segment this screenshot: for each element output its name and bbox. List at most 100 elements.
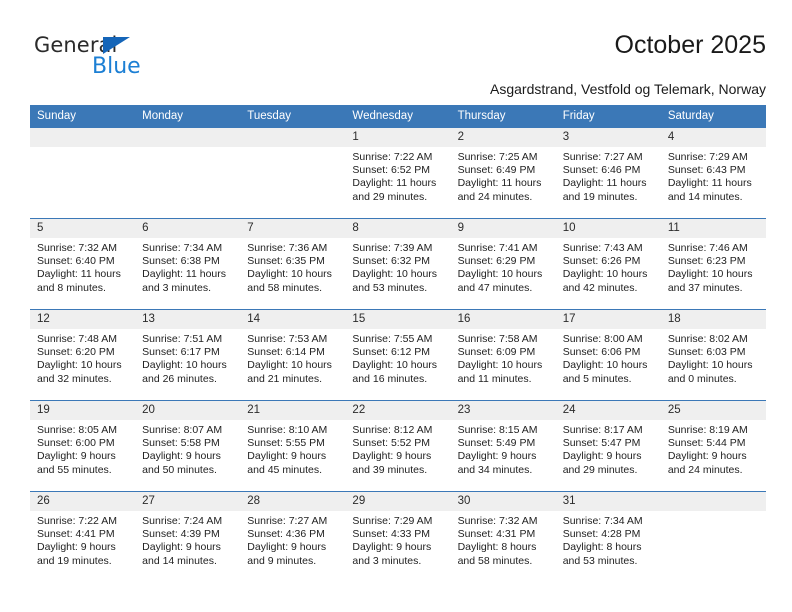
daylight-text: Daylight: 11 hours and 14 minutes.	[667, 177, 752, 203]
calendar-day-cell[interactable]: 29 Sunrise: 7:29 AM Sunset: 4:33 PM Dayligh…	[345, 491, 451, 582]
sunset-text: Sunset: 6:52 PM	[352, 164, 431, 177]
day-number: 3	[555, 128, 661, 147]
day-number: 21	[240, 401, 346, 420]
calendar-day-cell[interactable]: 30 Sunrise: 7:32 AM Sunset: 4:31 PM Dayligh…	[450, 491, 556, 582]
day-number: 14	[240, 310, 346, 329]
sunset-text: Sunset: 5:58 PM	[142, 437, 220, 450]
calendar-day-cell[interactable]: 5 Sunrise: 7:32 AM Sunset: 6:40 PM Daylight…	[30, 218, 136, 310]
day-number: 19	[30, 401, 136, 420]
calendar-day-cell[interactable]: 21 Sunrise: 8:10 AM Sunset: 5:55 PM Dayligh…	[240, 400, 346, 492]
calendar-day-cell[interactable]: 7 Sunrise: 7:36 AM Sunset: 6:35 PM Daylight…	[240, 218, 346, 310]
daylight-text: Daylight: 11 hours and 3 minutes.	[142, 268, 226, 294]
day-details: Sunrise: 8:02 AM Sunset: 6:03 PM Daylight:…	[661, 329, 766, 386]
sunrise-text: Sunrise: 7:58 AM	[457, 333, 538, 345]
calendar-day-cell[interactable]: 20 Sunrise: 8:07 AM Sunset: 5:58 PM Dayligh…	[135, 400, 241, 492]
daylight-text: Daylight: 10 hours and 53 minutes.	[352, 268, 438, 294]
sunrise-text: Sunrise: 7:27 AM	[562, 151, 643, 163]
day-details: Sunrise: 7:46 AM Sunset: 6:23 PM Daylight:…	[661, 238, 766, 295]
sunrise-text: Sunrise: 7:46 AM	[667, 242, 748, 254]
calendar-day-cell[interactable]: 14 Sunrise: 7:53 AM Sunset: 6:14 PM Dayligh…	[240, 309, 346, 401]
sunset-text: Sunset: 6:06 PM	[562, 346, 641, 359]
calendar-page: General Blue October 2025 Asgardstrand, …	[0, 0, 792, 612]
calendar-day-cell[interactable]: 27 Sunrise: 7:24 AM Sunset: 4:39 PM Dayligh…	[135, 491, 241, 582]
day-details: Sunrise: 7:58 AM Sunset: 6:09 PM Daylight:…	[451, 329, 556, 386]
day-details: Sunrise: 8:10 AM Sunset: 5:55 PM Daylight:…	[240, 420, 345, 477]
calendar-day-cell[interactable]: 11 Sunrise: 7:46 AM Sunset: 6:23 PM Dayligh…	[660, 218, 766, 310]
calendar-day-cell[interactable]: 4 Sunrise: 7:29 AM Sunset: 6:43 PM Daylight…	[660, 128, 766, 219]
calendar-day-cell[interactable]: 22 Sunrise: 8:12 AM Sunset: 5:52 PM Dayligh…	[345, 400, 451, 492]
daylight-text: Daylight: 11 hours and 19 minutes.	[562, 177, 647, 203]
calendar-day-cell[interactable]: 16 Sunrise: 7:58 AM Sunset: 6:09 PM Dayligh…	[450, 309, 556, 401]
sunrise-text: Sunrise: 7:34 AM	[142, 242, 223, 254]
daylight-text: Daylight: 11 hours and 24 minutes.	[457, 177, 542, 203]
calendar-day-cell[interactable]: 25 Sunrise: 8:19 AM Sunset: 5:44 PM Dayligh…	[660, 400, 766, 492]
day-details: Sunrise: 8:00 AM Sunset: 6:06 PM Daylight:…	[556, 329, 661, 386]
calendar-day-cell[interactable]: 19 Sunrise: 8:05 AM Sunset: 6:00 PM Dayligh…	[30, 400, 136, 492]
sunrise-text: Sunrise: 8:02 AM	[667, 333, 748, 345]
general-blue-logo[interactable]: General Blue	[34, 34, 194, 86]
day-details: Sunrise: 7:32 AM Sunset: 6:40 PM Daylight:…	[30, 238, 135, 295]
day-number: 29	[345, 492, 451, 511]
daylight-text: Daylight: 10 hours and 37 minutes.	[667, 268, 753, 294]
logo-text-blue: Blue	[92, 54, 141, 79]
day-details: Sunrise: 7:34 AM Sunset: 6:38 PM Daylight:…	[135, 238, 240, 295]
day-number: 16	[450, 310, 556, 329]
calendar-day-cell[interactable]: 24 Sunrise: 8:17 AM Sunset: 5:47 PM Dayligh…	[555, 400, 661, 492]
sunrise-text: Sunrise: 7:22 AM	[352, 151, 433, 163]
day-details: Sunrise: 7:36 AM Sunset: 6:35 PM Daylight:…	[240, 238, 345, 295]
calendar-day-cell[interactable]: 28 Sunrise: 7:27 AM Sunset: 4:36 PM Dayligh…	[240, 491, 346, 582]
day-number: 10	[555, 219, 661, 238]
calendar-day-cell[interactable]: 1 Sunrise: 7:22 AM Sunset: 6:52 PM Daylight…	[345, 128, 451, 219]
sunset-text: Sunset: 4:36 PM	[247, 528, 325, 541]
sunset-text: Sunset: 4:28 PM	[562, 528, 641, 541]
calendar-day-cell[interactable]: 8 Sunrise: 7:39 AM Sunset: 6:32 PM Daylight…	[345, 218, 451, 310]
sunrise-text: Sunrise: 7:22 AM	[37, 515, 117, 527]
day-number: 24	[555, 401, 661, 420]
calendar-day-cell[interactable]: 13 Sunrise: 7:51 AM Sunset: 6:17 PM Dayligh…	[135, 309, 241, 401]
calendar-day-cell[interactable]: 10 Sunrise: 7:43 AM Sunset: 6:26 PM Dayligh…	[555, 218, 661, 310]
sunset-text: Sunset: 6:09 PM	[457, 346, 536, 359]
day-number: 9	[450, 219, 556, 238]
calendar-day-cell[interactable]: 31 Sunrise: 7:34 AM Sunset: 4:28 PM Dayligh…	[555, 491, 661, 582]
sunset-text: Sunset: 6:32 PM	[352, 255, 431, 268]
daylight-text: Daylight: 9 hours and 3 minutes.	[352, 541, 432, 567]
calendar-day-cell[interactable]: 26 Sunrise: 7:22 AM Sunset: 4:41 PM Dayligh…	[30, 491, 136, 582]
calendar-day-cell[interactable]: 15 Sunrise: 7:55 AM Sunset: 6:12 PM Dayligh…	[345, 309, 451, 401]
sunset-text: Sunset: 4:31 PM	[457, 528, 536, 541]
daylight-text: Daylight: 11 hours and 8 minutes.	[37, 268, 121, 294]
sunset-text: Sunset: 6:29 PM	[457, 255, 536, 268]
sunset-text: Sunset: 6:00 PM	[37, 437, 115, 450]
sunset-text: Sunset: 4:33 PM	[352, 528, 431, 541]
calendar-day-cell[interactable]: 17 Sunrise: 8:00 AM Sunset: 6:06 PM Dayligh…	[555, 309, 661, 401]
day-number: 18	[660, 310, 766, 329]
day-number	[240, 128, 346, 147]
calendar-day-cell[interactable]: 3 Sunrise: 7:27 AM Sunset: 6:46 PM Daylight…	[555, 128, 661, 219]
sunrise-text: Sunrise: 7:36 AM	[247, 242, 328, 254]
sunset-text: Sunset: 6:43 PM	[667, 164, 746, 177]
calendar-day-cell-empty	[240, 128, 346, 219]
calendar-day-cell[interactable]: 2 Sunrise: 7:25 AM Sunset: 6:49 PM Daylight…	[450, 128, 556, 219]
sunrise-text: Sunrise: 7:34 AM	[562, 515, 643, 527]
page-header: General Blue October 2025 Asgardstrand, …	[30, 30, 766, 100]
weekday-header-friday: Friday	[555, 105, 661, 128]
sunset-text: Sunset: 6:20 PM	[37, 346, 115, 359]
daylight-text: Daylight: 11 hours and 29 minutes.	[352, 177, 437, 203]
calendar-day-cell[interactable]: 6 Sunrise: 7:34 AM Sunset: 6:38 PM Daylight…	[135, 218, 241, 310]
calendar-day-cell[interactable]: 9 Sunrise: 7:41 AM Sunset: 6:29 PM Daylight…	[450, 218, 556, 310]
sunrise-text: Sunrise: 7:48 AM	[37, 333, 117, 345]
day-details: Sunrise: 8:12 AM Sunset: 5:52 PM Daylight:…	[345, 420, 450, 477]
calendar-day-cell[interactable]: 23 Sunrise: 8:15 AM Sunset: 5:49 PM Dayligh…	[450, 400, 556, 492]
calendar-day-cell-empty	[660, 491, 766, 582]
day-number: 31	[555, 492, 661, 511]
calendar-day-cell[interactable]: 12 Sunrise: 7:48 AM Sunset: 6:20 PM Dayligh…	[30, 309, 136, 401]
calendar-day-cell[interactable]: 18 Sunrise: 8:02 AM Sunset: 6:03 PM Dayligh…	[660, 309, 766, 401]
sunset-text: Sunset: 5:55 PM	[247, 437, 325, 450]
day-details: Sunrise: 7:29 AM Sunset: 6:43 PM Daylight:…	[661, 147, 766, 204]
day-number: 12	[30, 310, 136, 329]
day-number: 11	[660, 219, 766, 238]
day-details: Sunrise: 7:27 AM Sunset: 6:46 PM Daylight:…	[556, 147, 661, 204]
daylight-text: Daylight: 10 hours and 0 minutes.	[667, 359, 753, 385]
sunset-text: Sunset: 6:26 PM	[562, 255, 641, 268]
sunrise-text: Sunrise: 7:43 AM	[562, 242, 643, 254]
day-number	[660, 492, 766, 511]
